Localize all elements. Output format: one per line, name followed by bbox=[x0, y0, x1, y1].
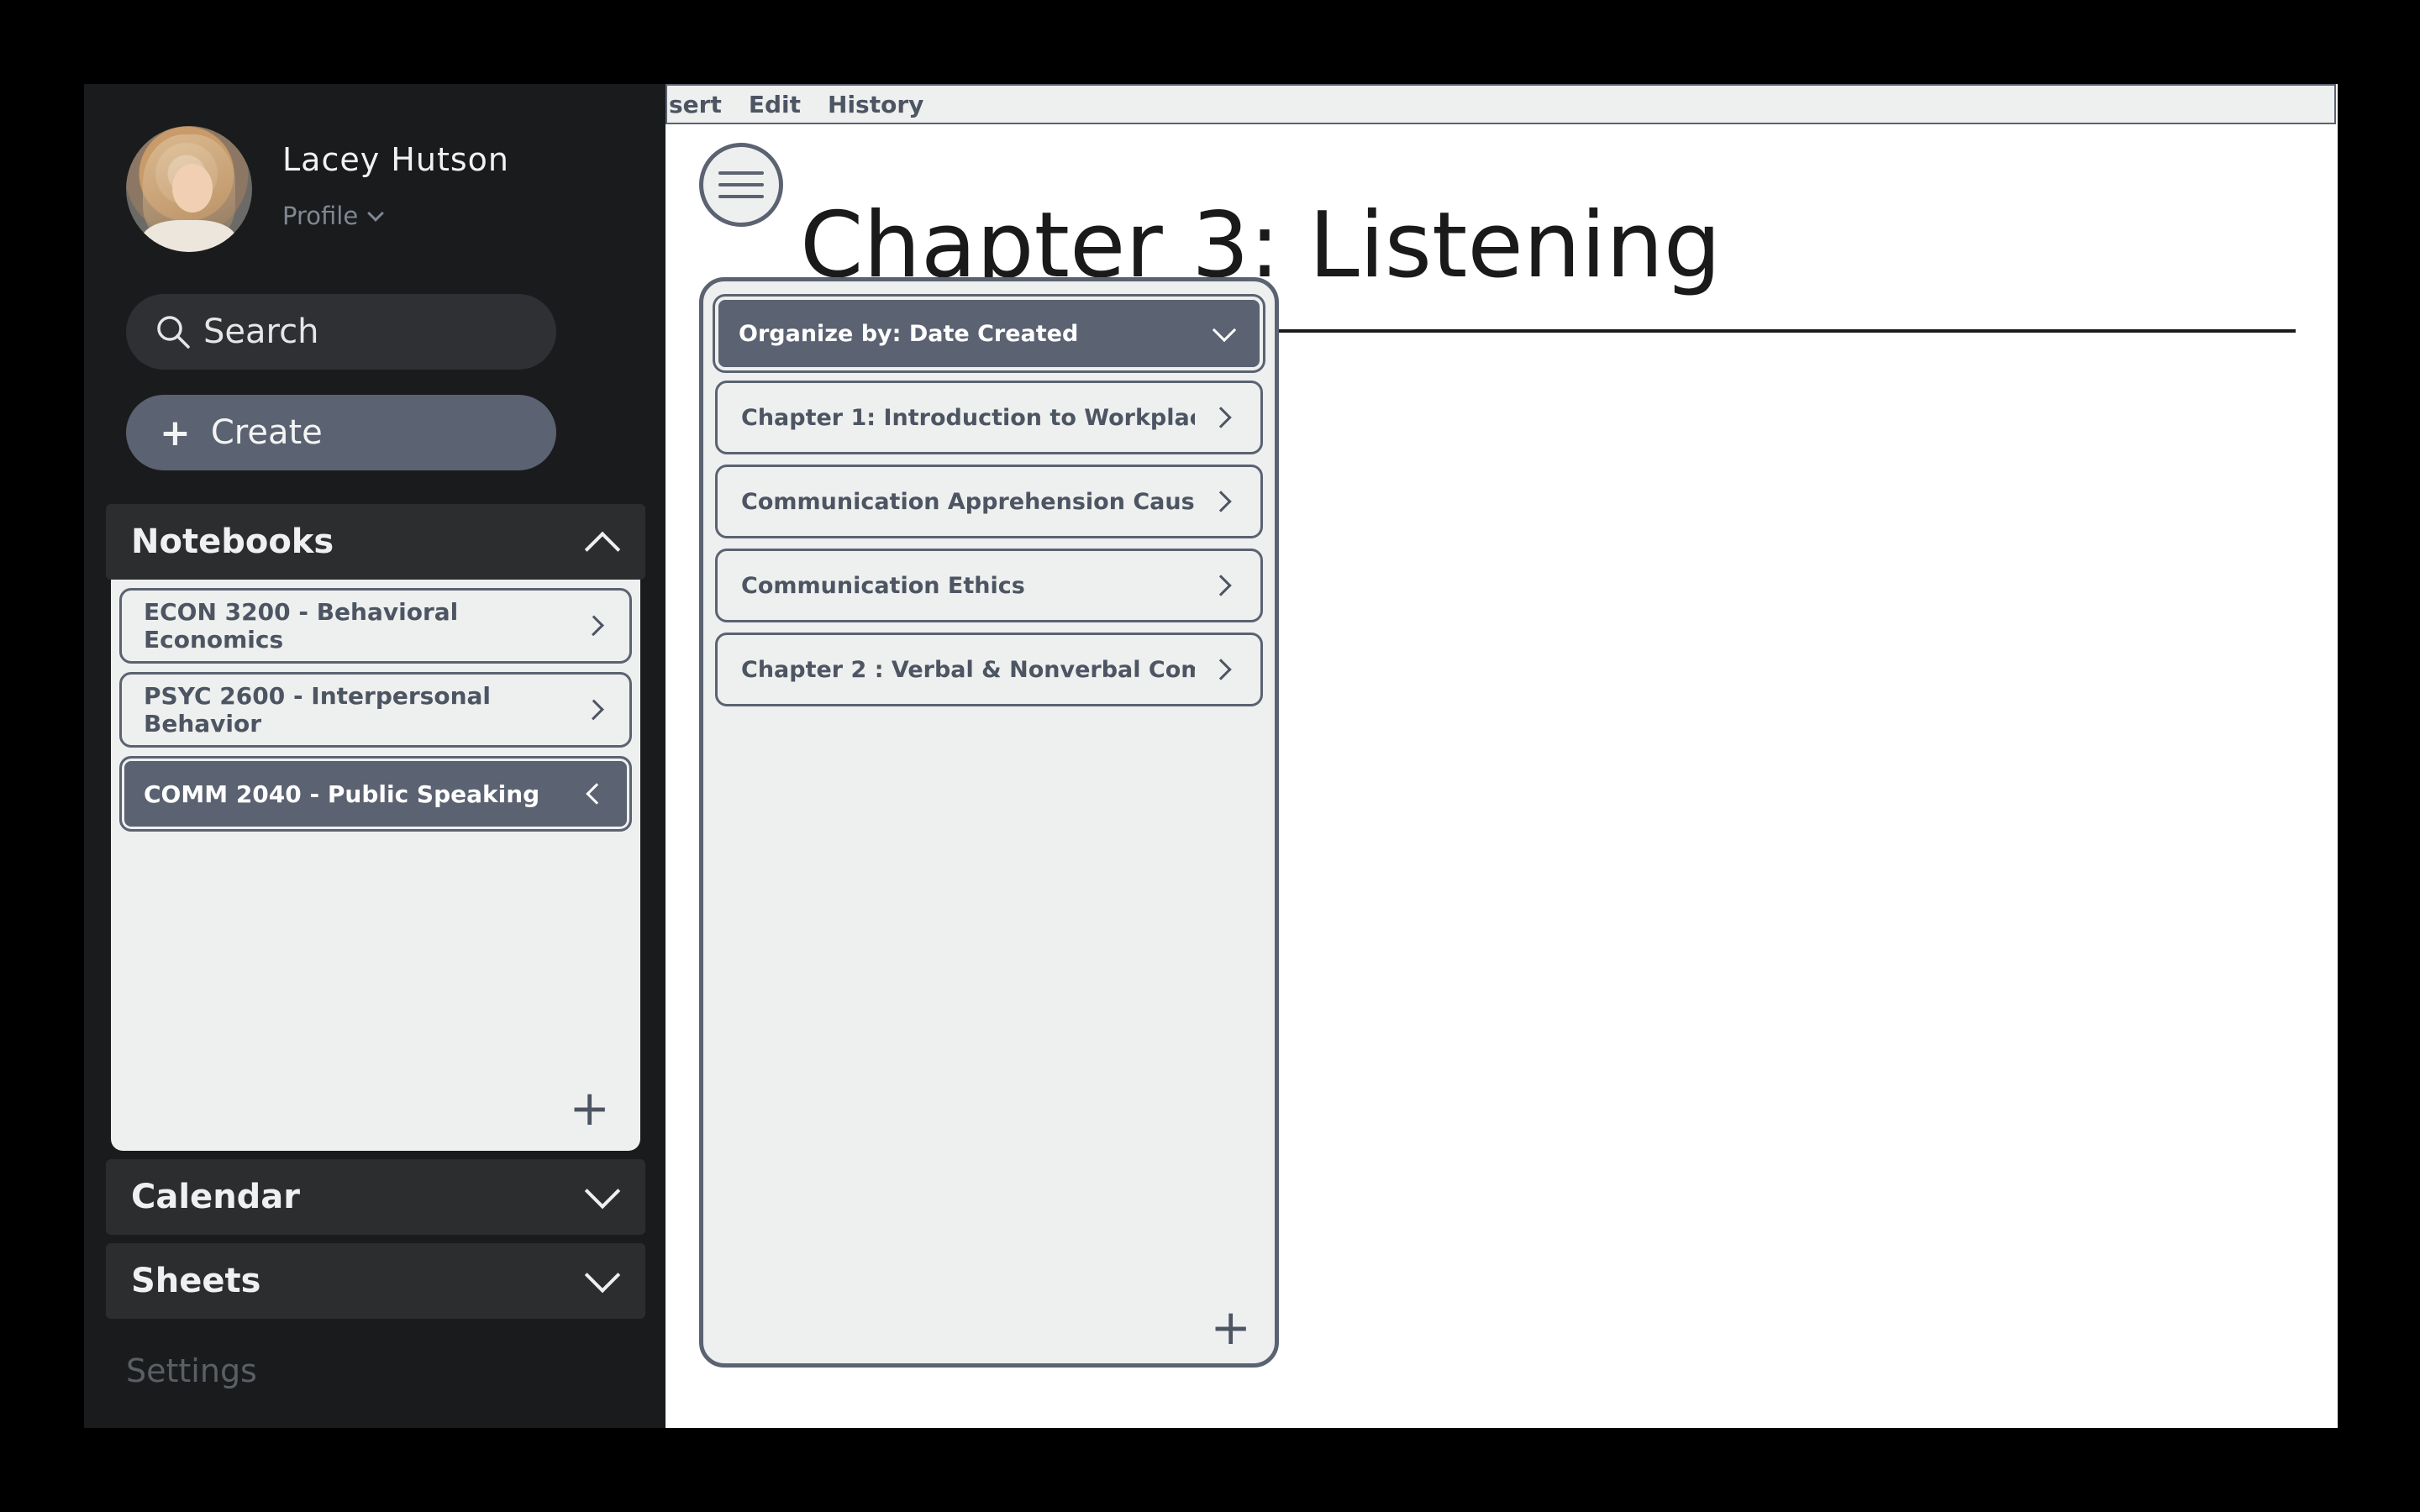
plus-icon: + bbox=[160, 411, 191, 454]
settings-link[interactable]: Settings bbox=[126, 1352, 257, 1389]
notebooks-panel: ECON 3200 - Behavioral Economics PSYC 26… bbox=[111, 580, 640, 1151]
search-bar[interactable]: Search bbox=[126, 294, 556, 370]
page-label: Communication Apprehension Causes bbox=[741, 488, 1195, 515]
page-item-apprehension[interactable]: Communication Apprehension Causes bbox=[715, 465, 1263, 538]
calendar-header[interactable]: Calendar bbox=[106, 1159, 645, 1235]
document-area: sert Edit History Chapter 3: Listening O… bbox=[666, 84, 2338, 1428]
chevron-down-icon bbox=[584, 1257, 621, 1294]
page-label: Communication Ethics bbox=[741, 572, 1025, 599]
add-notebook-button[interactable]: + bbox=[569, 1084, 610, 1132]
chevron-right-icon bbox=[1210, 575, 1232, 596]
menu-insert[interactable]: sert bbox=[669, 91, 722, 118]
page-label: Chapter 2 : Verbal & Nonverbal Comm... bbox=[741, 656, 1195, 683]
sheets-title: Sheets bbox=[131, 1262, 261, 1300]
page-item-ethics[interactable]: Communication Ethics bbox=[715, 549, 1263, 622]
device-frame: Lacey Hutson Profile Search + Create Not… bbox=[0, 0, 2420, 1512]
page-item-chapter-1[interactable]: Chapter 1: Introduction to Workplace ... bbox=[715, 381, 1263, 454]
chevron-right-icon bbox=[1210, 491, 1232, 512]
user-name: Lacey Hutson bbox=[282, 141, 509, 178]
create-label: Create bbox=[210, 413, 323, 452]
notebook-label: COMM 2040 - Public Speaking bbox=[144, 780, 540, 808]
chevron-up-icon bbox=[584, 531, 621, 568]
add-page-button[interactable]: + bbox=[1210, 1303, 1251, 1352]
pages-panel: Organize by: Date Created Chapter 1: Int… bbox=[699, 277, 1279, 1368]
menu-edit[interactable]: Edit bbox=[749, 91, 801, 118]
organize-dropdown[interactable]: Organize by: Date Created bbox=[715, 297, 1263, 370]
chevron-down-icon bbox=[584, 1173, 621, 1210]
notebooks-header[interactable]: Notebooks bbox=[106, 504, 645, 580]
chevron-down-icon bbox=[1212, 318, 1237, 343]
search-icon bbox=[157, 316, 190, 349]
notebook-label: ECON 3200 - Behavioral Economics bbox=[144, 598, 459, 654]
notebook-label: PSYC 2600 - Interpersonal Behavior bbox=[144, 682, 492, 738]
notebook-item-comm-2040[interactable]: COMM 2040 - Public Speaking bbox=[119, 756, 632, 832]
search-label: Search bbox=[203, 312, 319, 351]
avatar[interactable] bbox=[126, 126, 252, 252]
notebook-item-econ-3200[interactable]: ECON 3200 - Behavioral Economics bbox=[119, 588, 632, 664]
organize-label: Organize by: Date Created bbox=[739, 320, 1079, 347]
menu-history[interactable]: History bbox=[828, 91, 923, 118]
page-label: Chapter 1: Introduction to Workplace ... bbox=[741, 404, 1195, 431]
sheets-header[interactable]: Sheets bbox=[106, 1243, 645, 1319]
page-item-chapter-2[interactable]: Chapter 2 : Verbal & Nonverbal Comm... bbox=[715, 633, 1263, 706]
notebooks-title: Notebooks bbox=[131, 522, 334, 561]
create-button[interactable]: + Create bbox=[126, 395, 556, 470]
hamburger-icon bbox=[718, 171, 764, 175]
chevron-left-icon bbox=[586, 783, 608, 805]
profile-dropdown[interactable]: Profile bbox=[282, 202, 385, 230]
profile-label: Profile bbox=[282, 202, 359, 230]
menu-toggle-button[interactable] bbox=[699, 143, 783, 227]
sidebar: Lacey Hutson Profile Search + Create Not… bbox=[84, 84, 666, 1428]
chevron-right-icon bbox=[1210, 407, 1232, 428]
chevron-down-icon bbox=[367, 205, 385, 222]
menu-bar: sert Edit History bbox=[666, 84, 2336, 124]
notebook-item-psyc-2600[interactable]: PSYC 2600 - Interpersonal Behavior bbox=[119, 672, 632, 748]
calendar-title: Calendar bbox=[131, 1178, 301, 1216]
chevron-right-icon bbox=[1210, 659, 1232, 680]
